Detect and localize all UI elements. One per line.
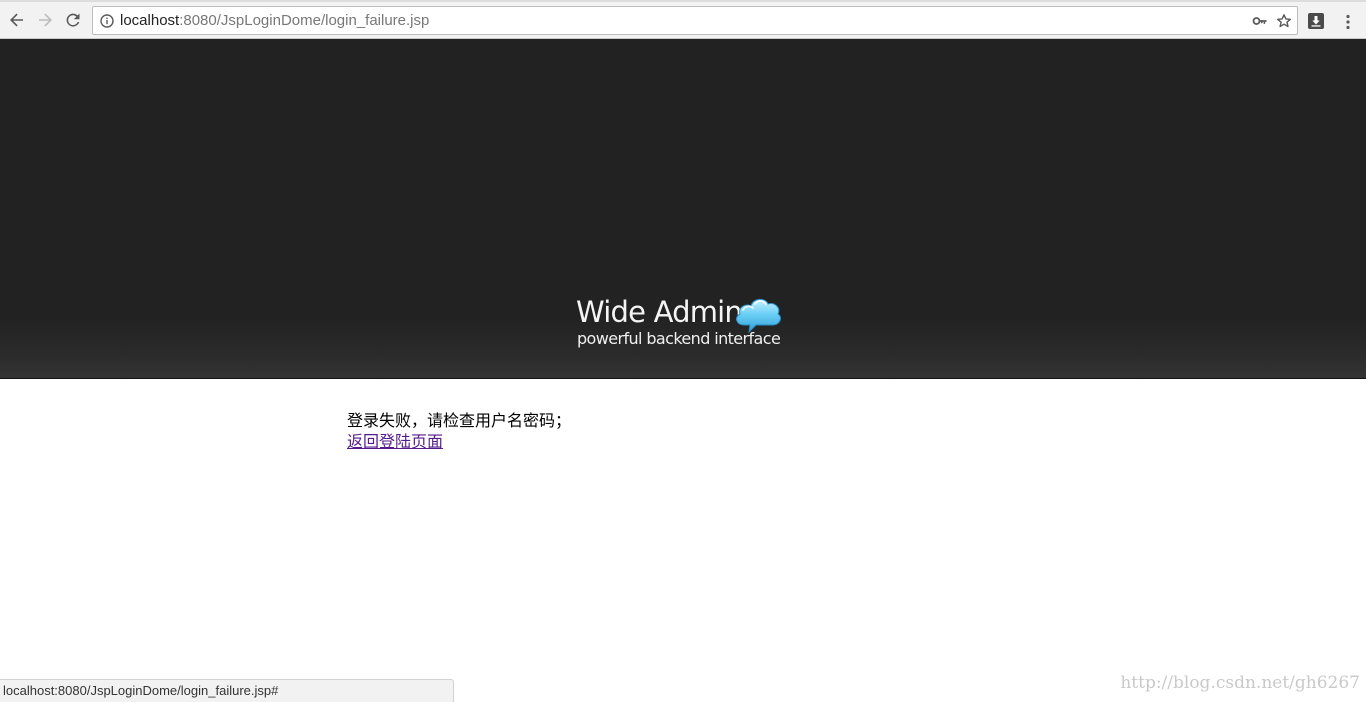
arrow-right-icon [39,13,52,27]
url-text[interactable]: localhost:8080/JspLoginDome/login_failur… [120,13,429,29]
key-icon [1252,17,1267,25]
url-host: localhost [120,12,180,29]
back-button[interactable] [4,6,30,34]
info-circle-icon[interactable] [100,14,114,28]
logo-title: Wide Admin [576,295,743,329]
arrow-left-icon [10,13,23,27]
watermark: http://blog.csdn.net/gh6267 [1120,673,1360,693]
browser-toolbar: localhost:8080/JspLoginDome/login_failur… [0,2,1366,39]
saved-password-button[interactable] [1252,13,1268,29]
reload-button[interactable] [60,6,86,34]
logo[interactable]: Wide Admin powerful backend interface [576,292,791,352]
url-path: :8080/JspLoginDome/login_failure.jsp [179,12,430,29]
status-bubble: localhost:8080/JspLoginDome/login_failur… [0,679,454,702]
browser-menu-button[interactable] [1338,12,1358,32]
back-to-login-link[interactable]: 返回登陆页面 [347,432,443,452]
error-message: 登录失败，请检查用户名密码； [347,411,572,430]
forward-button[interactable] [32,6,58,34]
vertical-dots-icon [1346,14,1350,30]
main-content: 登录失败，请检查用户名密码； 返回登陆页面 [347,410,947,452]
cloud-icon [736,298,781,334]
page-header: Wide Admin powerful backend interface [0,39,1366,379]
star-outline-icon [1277,14,1291,28]
reload-icon [66,13,80,27]
download-extension-icon[interactable] [1308,13,1324,29]
address-bar[interactable]: localhost:8080/JspLoginDome/login_failur… [92,6,1298,35]
bookmark-button[interactable] [1276,13,1292,29]
